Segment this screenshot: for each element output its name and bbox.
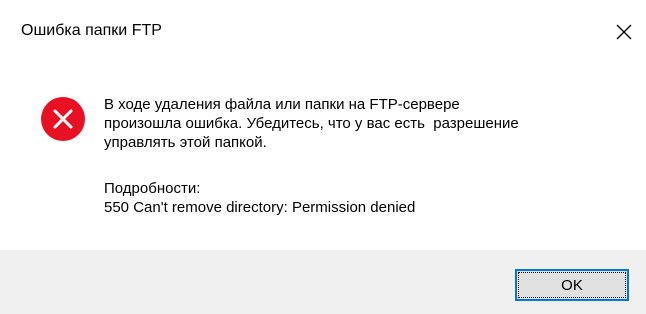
ok-button[interactable]: OK [515, 269, 629, 301]
error-message-line: произошла ошибка. Убедитесь, что у вас е… [104, 115, 519, 132]
close-icon [616, 24, 632, 40]
error-icon [41, 97, 85, 141]
close-button[interactable] [606, 14, 642, 50]
window-title: Ошибка папки FTP [21, 22, 162, 39]
title-bar: Ошибка папки FTP [0, 0, 646, 66]
dialog-content: В ходе удаления файла или папки на FTP-с… [0, 66, 646, 250]
details-label: Подробности: [104, 180, 201, 197]
details-text: 550 Can't remove directory: Permission d… [104, 199, 416, 216]
error-message-line: управлять этой папкой. [104, 134, 267, 151]
ok-button-label: OK [561, 276, 583, 294]
error-message-line: В ходе удаления файла или папки на FTP-с… [104, 96, 460, 113]
button-bar: OK [0, 250, 646, 314]
ftp-error-dialog: Ошибка папки FTP В ходе удаления файла и… [0, 0, 646, 314]
error-message: В ходе удаления файла или папки на FTP-с… [104, 95, 624, 152]
